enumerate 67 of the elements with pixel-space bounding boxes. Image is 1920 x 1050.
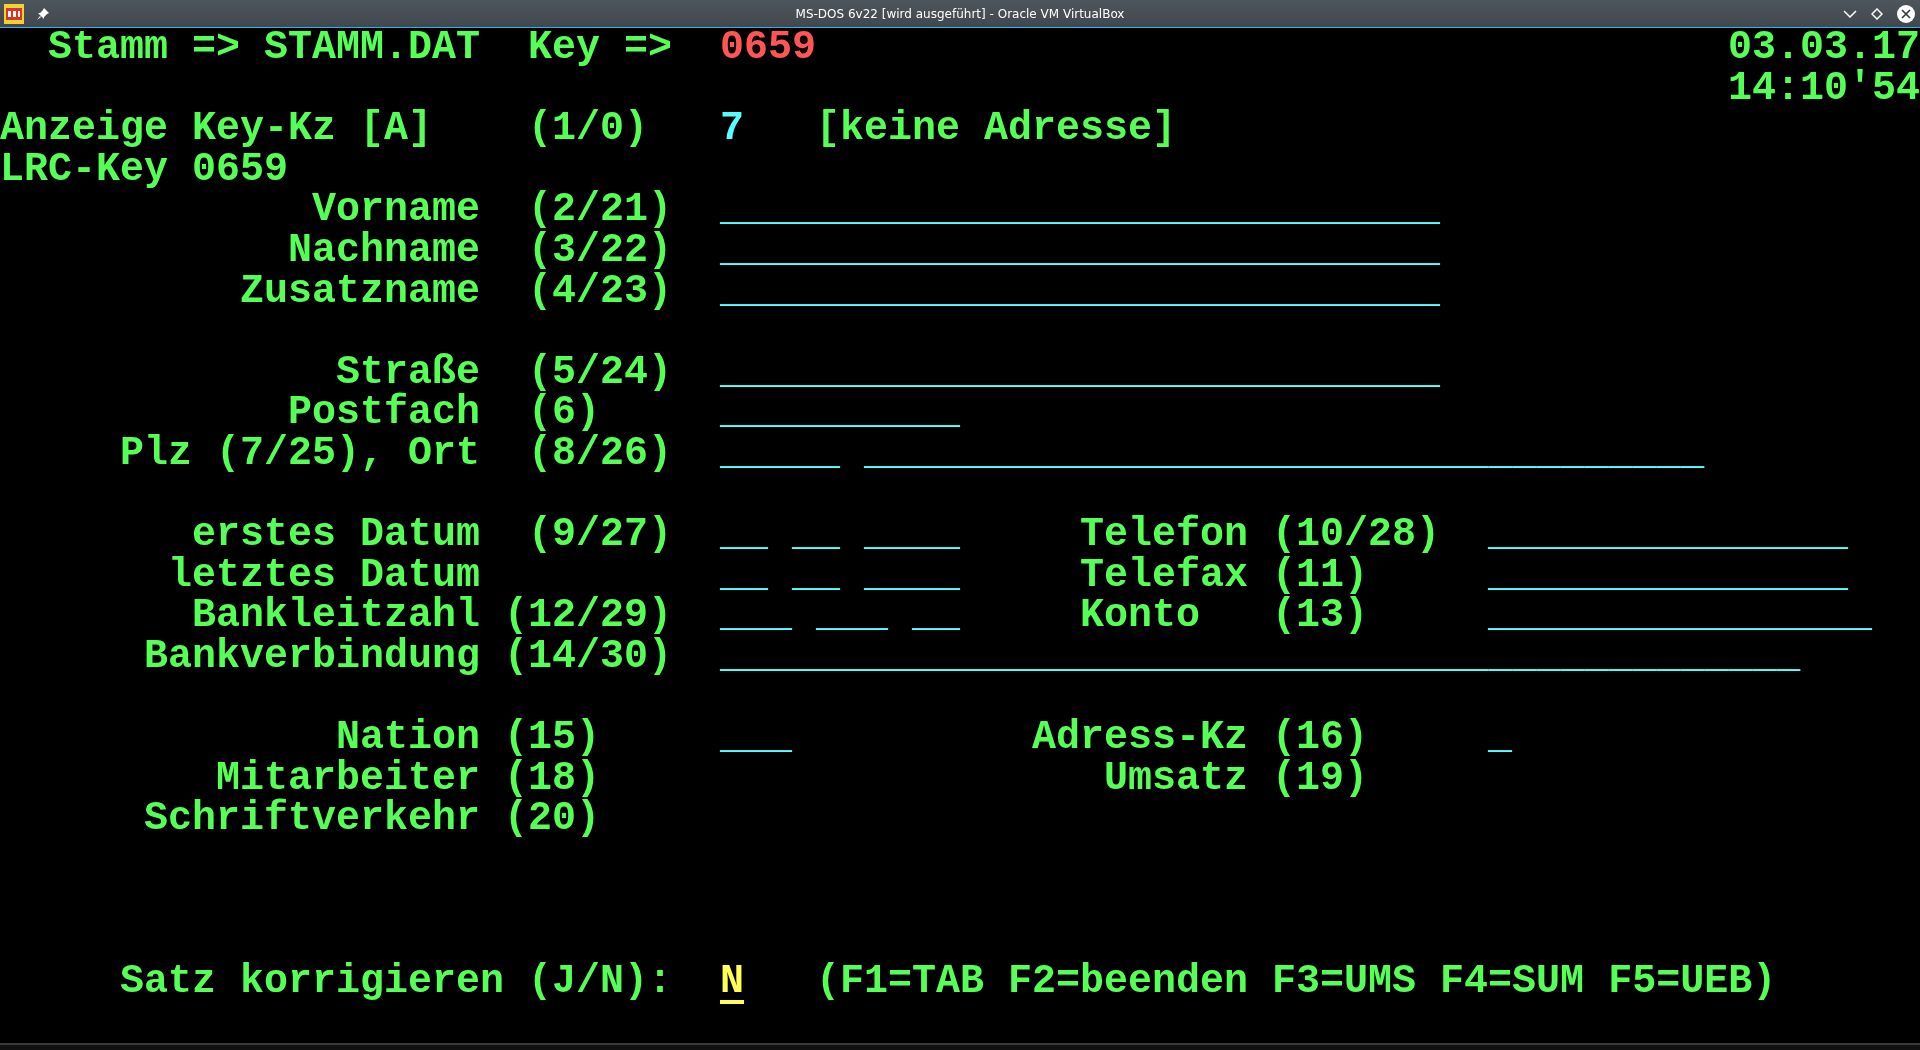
fill-in-line[interactable]: ______________________________ [720, 230, 1440, 272]
field-code: (15) [504, 718, 600, 759]
field-label: Vorname [312, 190, 480, 231]
answer-field[interactable]: N [720, 961, 744, 1003]
close-icon[interactable] [1897, 4, 1915, 23]
field-code: (19) [1272, 758, 1368, 800]
fill-in-line[interactable]: ______________________________ [720, 352, 1440, 394]
field-code: (2/21) [528, 190, 672, 231]
prompt-label: Satz korrigieren (J/N): [120, 961, 672, 1003]
time-text: 14:10'54 [1728, 68, 1920, 110]
field-code: (5/24) [528, 352, 672, 394]
field-code: (10/28) [1272, 515, 1440, 556]
field-label: Nachname [288, 230, 480, 272]
field-label: Konto [1080, 596, 1200, 637]
field-label: Bankleitzahl [192, 596, 480, 637]
field-code: (6) [528, 393, 600, 434]
field-code: (11) [1272, 555, 1368, 597]
field-label: Plz (7/25), Ort [120, 433, 480, 475]
key-value: 0659 [720, 28, 816, 69]
fill-in-line[interactable]: ___ [720, 718, 792, 759]
field-value[interactable]: 7 [720, 109, 744, 150]
field-label: Umsatz [1104, 758, 1248, 800]
address-note: [keine Adresse] [816, 109, 1176, 150]
field-code: (3/22) [528, 230, 672, 272]
field-code: (9/27) [528, 515, 672, 556]
field-code: (13) [1272, 596, 1368, 637]
fill-in-line[interactable]: _ [1488, 718, 1512, 759]
field-code: (4/23) [528, 271, 672, 313]
fill-in-line[interactable]: _______________ [1488, 515, 1848, 556]
field-label: letztes Datum [168, 555, 480, 597]
fill-in-line[interactable]: _____________________________________________ [720, 636, 1800, 678]
file-heading: Stamm => STAMM.DAT [48, 28, 480, 69]
maximize-icon[interactable] [1871, 7, 1883, 20]
field-code: (18) [504, 758, 600, 800]
fill-in-line[interactable]: __ __ ____ [720, 555, 960, 597]
field-code: (12/29) [504, 596, 672, 637]
field-label: erstes Datum [192, 515, 480, 556]
date-text: 03.03.17 [1728, 28, 1920, 69]
fill-in-line[interactable]: _______________ [1488, 555, 1848, 597]
field-label: Telefax [1080, 555, 1248, 597]
field-label: Zusatzname [240, 271, 480, 313]
field-label: Nation [336, 718, 480, 759]
field-code: (1/0) [528, 109, 648, 150]
field-label: Postfach [288, 393, 480, 434]
field-code: (14/30) [504, 636, 672, 678]
field-label: Telefon [1080, 515, 1248, 556]
minimize-icon[interactable] [1843, 9, 1857, 18]
field-label: Adress-Kz [1032, 718, 1248, 759]
fill-in-line[interactable]: ___ ___ __ [720, 596, 960, 637]
function-keys-hint: (F1=TAB F2=beenden F3=UMS F4=SUM F5=UEB) [816, 961, 1776, 1003]
field-code: (8/26) [528, 433, 672, 475]
field-label: Bankverbindung [144, 636, 480, 678]
field-code: (16) [1272, 718, 1368, 759]
field-code: (20) [504, 799, 600, 840]
pin-icon[interactable] [36, 6, 50, 21]
window-title: MS-DOS 6v22 [wird ausgeführt] - Oracle VM VirtualBox [795, 6, 1125, 21]
fill-in-line[interactable]: ______________________________ [720, 190, 1440, 231]
fill-in-line[interactable]: ______________________________ [720, 271, 1440, 313]
field-label: Schriftverkehr [144, 799, 480, 840]
app-icon [4, 3, 24, 24]
fill-in-line[interactable]: ________________ [1488, 596, 1872, 637]
field-label: Anzeige Key-Kz [A] [0, 109, 432, 150]
fill-in-line[interactable]: _____ ___________________________________ [720, 433, 1704, 475]
key-label: Key => [528, 28, 672, 69]
fill-in-line[interactable]: __ __ ____ [720, 515, 960, 556]
fill-in-line[interactable]: __________ [720, 393, 960, 434]
lrc-key-text: LRC-Key 0659 [0, 149, 288, 191]
